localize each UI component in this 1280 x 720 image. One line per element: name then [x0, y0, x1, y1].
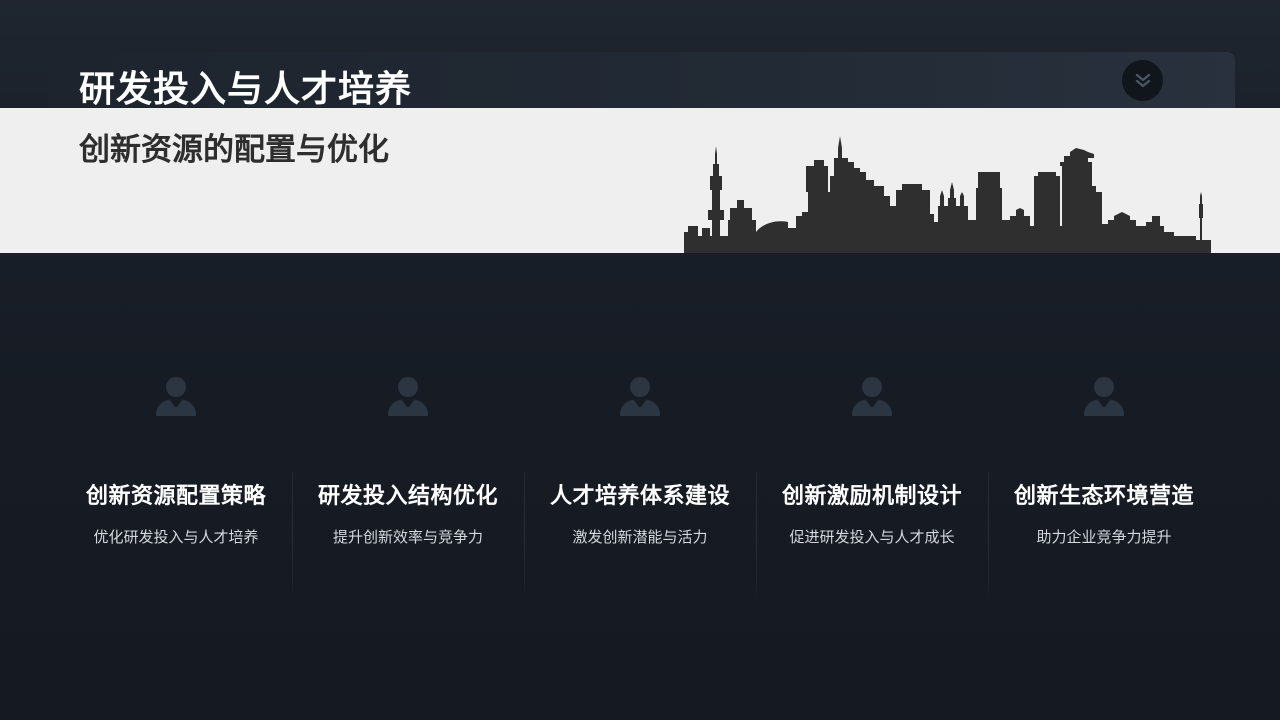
card-innovation-ecosystem: 创新生态环境营造 助力企业竞争力提升	[988, 370, 1220, 595]
page-title: 研发投入与人才培养	[79, 69, 413, 110]
card-description: 优化研发投入与人才培养	[93, 528, 259, 546]
card-title: 创新激励机制设计	[781, 484, 962, 509]
card-description: 激发创新潜能与活力	[572, 528, 708, 546]
user-icon	[852, 377, 892, 416]
double-chevron-down-icon[interactable]	[1122, 60, 1163, 101]
page-subtitle: 创新资源的配置与优化	[79, 132, 389, 168]
user-icon	[156, 377, 196, 416]
card-title: 创新资源配置策略	[85, 484, 266, 509]
card-row: 创新资源配置策略 优化研发投入与人才培养 研发投入结构优化 提升创新效率与竞争力…	[60, 370, 1220, 595]
card-title: 人才培养体系建设	[549, 484, 730, 509]
card-resource-allocation: 创新资源配置策略 优化研发投入与人才培养	[60, 370, 292, 595]
city-skyline-icon	[684, 136, 1211, 253]
card-incentive-mechanism: 创新激励机制设计 促进研发投入与人才成长	[756, 370, 988, 595]
user-icon	[620, 377, 660, 416]
card-investment-structure: 研发投入结构优化 提升创新效率与竞争力	[292, 370, 524, 595]
card-title: 研发投入结构优化	[317, 484, 498, 509]
card-talent-system: 人才培养体系建设 激发创新潜能与活力	[524, 370, 756, 595]
card-description: 提升创新效率与竞争力	[332, 528, 483, 546]
user-icon	[1084, 377, 1124, 416]
card-description: 促进研发投入与人才成长	[789, 528, 955, 546]
card-description: 助力企业竞争力提升	[1036, 528, 1172, 546]
user-icon	[388, 377, 428, 416]
card-title: 创新生态环境营造	[1013, 484, 1194, 509]
